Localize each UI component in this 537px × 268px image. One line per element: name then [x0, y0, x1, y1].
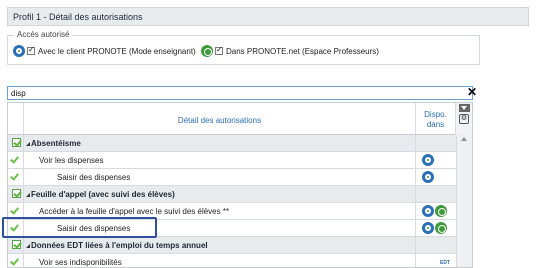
settings-icon[interactable]: ⚙	[459, 114, 469, 124]
edt-icon: EDT	[440, 260, 450, 266]
check-icon[interactable]	[10, 256, 19, 266]
pronote-client-icon	[13, 45, 25, 57]
row-label: Données EDT liées à l'emploi du temps an…	[31, 241, 208, 250]
row-dispo-cell	[416, 237, 456, 253]
row-label-cell: Absentéisme	[24, 135, 416, 151]
sort-down-icon[interactable]	[459, 104, 470, 112]
row-label-cell: Voir ses indisponibilités	[24, 254, 416, 267]
pronote-client-icon	[422, 171, 434, 183]
row-dispo-cell	[416, 169, 456, 185]
pronote-net-icon	[201, 45, 213, 57]
check-icon[interactable]	[10, 154, 19, 164]
header-dispo[interactable]: Dispo. dans	[416, 103, 456, 135]
header-dispo-line1: Dispo.	[424, 110, 447, 119]
row-dispo-cell	[416, 186, 456, 202]
row-dispo-cell	[416, 135, 456, 151]
search-input[interactable]	[8, 87, 428, 99]
row-dispo-cell	[416, 203, 456, 219]
row-label-cell: Données EDT liées à l'emploi du temps an…	[24, 237, 416, 253]
scrollbar[interactable]	[456, 135, 472, 267]
highlight-box	[2, 217, 157, 238]
row-label-cell: Voir les dispenses	[24, 152, 416, 168]
row-label: Absentéisme	[31, 139, 81, 148]
row-check-cell[interactable]	[8, 186, 24, 202]
row-dispo-cell	[416, 220, 456, 236]
category-row[interactable]: Absentéisme	[8, 135, 456, 152]
category-row[interactable]: Données EDT liées à l'emploi du temps an…	[8, 237, 456, 254]
row-check-cell[interactable]	[8, 169, 24, 185]
category-row[interactable]: Feuille d'appel (avec suivi des élèves)	[8, 186, 456, 203]
row-check-cell[interactable]	[8, 254, 24, 267]
row-check-cell[interactable]	[8, 135, 24, 151]
clear-search-button[interactable]: ✕	[465, 86, 479, 99]
row-label-cell: Saisir des dispenses	[24, 169, 416, 185]
net-option-label: Dans PRONOTE.net (Espace Professeurs)	[226, 46, 379, 56]
table-row[interactable]: Voir ses indisponibilités EDT	[8, 254, 456, 267]
collapse-triangle-icon[interactable]	[26, 244, 30, 248]
title-bar: Profil 1 - Détail des autorisations	[7, 7, 529, 26]
search-bar: ✕	[7, 86, 477, 100]
net-checkbox[interactable]	[215, 45, 223, 55]
page-title: Profil 1 - Détail des autorisations	[13, 12, 143, 22]
header-detail[interactable]: Détail des autorisations	[24, 103, 416, 135]
row-label: Feuille d'appel (avec suivi des élèves)	[31, 190, 175, 199]
header-dispo-line2: dans	[426, 120, 445, 129]
client-option-label: Avec le client PRONOTE (Mode enseignant)	[38, 46, 196, 56]
row-label: Voir les dispenses	[39, 156, 104, 165]
row-label-cell: Feuille d'appel (avec suivi des élèves)	[24, 186, 416, 202]
scroll-up-icon[interactable]	[461, 137, 467, 141]
row-dispo-cell: EDT	[416, 254, 456, 267]
collapse-triangle-icon[interactable]	[26, 142, 30, 146]
header-check-col	[8, 103, 24, 135]
row-label: Saisir des dispenses	[57, 173, 131, 182]
pronote-client-icon	[422, 154, 434, 166]
check-icon[interactable]	[10, 205, 19, 215]
row-check-cell[interactable]	[8, 152, 24, 168]
access-legend: Accès autorisé	[14, 30, 73, 39]
pronote-net-icon	[435, 205, 447, 217]
pronote-client-icon	[422, 205, 434, 217]
category-checkbox-icon[interactable]	[12, 189, 21, 198]
row-dispo-cell	[416, 152, 456, 168]
row-label: Voir ses indisponibilités	[39, 258, 122, 267]
table-header: Détail des autorisations Dispo. dans ⚙	[8, 103, 472, 135]
pronote-net-icon	[435, 222, 447, 234]
category-checkbox-icon[interactable]	[12, 138, 21, 147]
table-row[interactable]: Saisir des dispenses	[8, 169, 456, 186]
table-row[interactable]: Voir les dispenses	[8, 152, 456, 169]
collapse-triangle-icon[interactable]	[26, 193, 30, 197]
pronote-client-icon	[422, 222, 434, 234]
row-label: Accéder à la feuille d'appel avec le sui…	[39, 207, 230, 216]
category-checkbox-icon[interactable]	[12, 240, 21, 249]
check-icon[interactable]	[10, 171, 19, 181]
row-check-cell[interactable]	[8, 237, 24, 253]
client-option: Avec le client PRONOTE (Mode enseignant)	[13, 45, 196, 57]
authorizations-table: Détail des autorisations Dispo. dans ⚙ A…	[7, 102, 473, 268]
client-checkbox[interactable]	[27, 45, 35, 55]
net-option: Dans PRONOTE.net (Espace Professeurs)	[201, 45, 379, 57]
access-group: Accès autorisé Avec le client PRONOTE (M…	[7, 30, 480, 65]
